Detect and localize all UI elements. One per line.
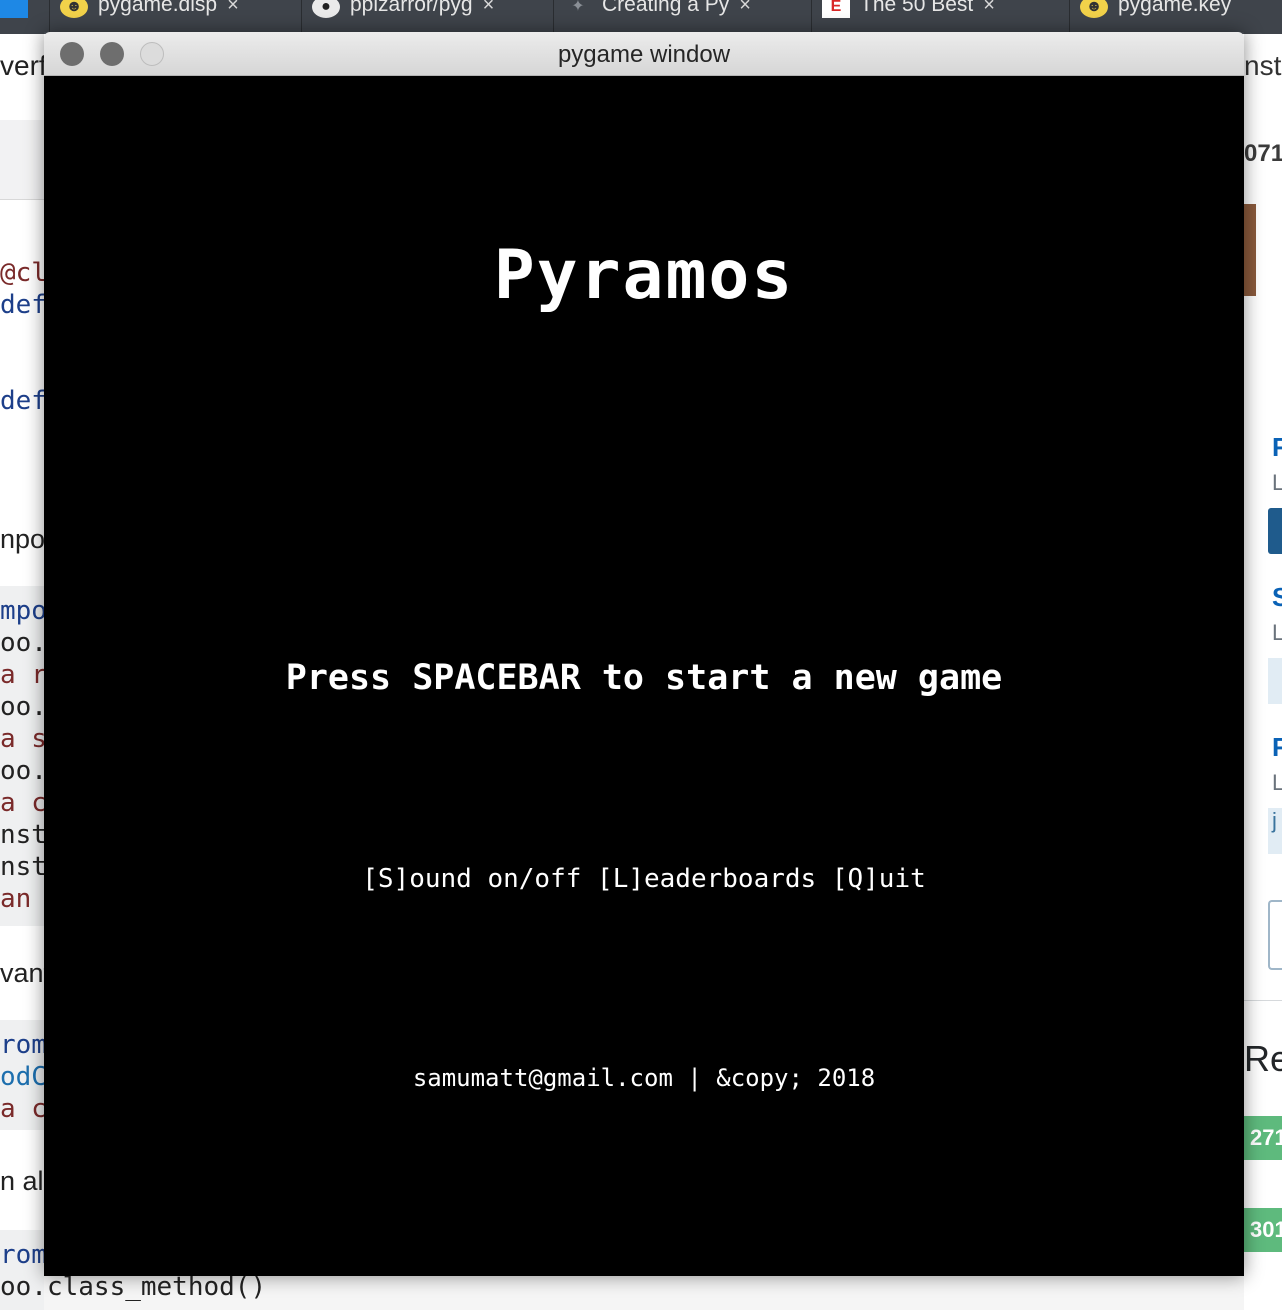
sidebar-button[interactable] [1268,508,1282,554]
close-window-button[interactable] [60,42,84,66]
sidebar-link[interactable]: F [1272,432,1282,463]
code-line: nsta [0,820,44,850]
fly-icon: ✦ [571,0,585,15]
sidebar-text: L [1272,470,1282,495]
input-box[interactable] [1268,900,1282,970]
question-count: 071 [1244,140,1282,167]
site-icon [0,0,28,18]
tag-chip[interactable] [1268,658,1282,704]
code-line: odCl [0,1062,44,1092]
window-titlebar[interactable]: pygame window [44,32,1244,76]
pygame-icon: ☻ [60,0,88,18]
code-line: oo.N [0,692,44,722]
paragraph-text: npor [0,524,44,554]
code-line: an [0,884,32,914]
sidebar-link[interactable]: S [1272,582,1282,613]
thumbnail-image [1244,204,1256,296]
background-page-right: nsta 071 F L S L F L j Re 271 301 [1244,34,1282,1310]
code-line: a c [0,1094,44,1124]
code-block [0,202,44,492]
code-line: nsta [0,852,44,882]
code-line: rom [0,1240,44,1270]
tab-label: pygame.key [1118,0,1232,16]
nav-text: verf [0,50,44,81]
sidebar-text: L [1272,770,1282,795]
sidebar-text: L [1272,620,1282,645]
browser-tab-bar: ☻ pygame.disp × ● ppizarror/pyg × ✦ Crea… [0,0,1282,34]
tab-ppizarror[interactable]: ● ppizarror/pyg × [302,0,554,34]
pygame-window: pygame window Pyramos Press SPACEBAR to … [44,32,1244,1276]
tab-pygame-key[interactable]: ☻ pygame.key [1070,0,1282,34]
code-line: mpo [0,596,44,626]
tab-creating[interactable]: ✦ Creating a Py × [554,0,812,34]
minimize-window-button[interactable] [100,42,124,66]
github-icon: ● [312,0,340,18]
background-page-left: verf @cla def def npor mpo oo.r a r oo.N… [0,34,44,1310]
code-line: def [0,290,44,320]
page-header-strip [0,120,44,200]
tab-pygame-display[interactable]: ☻ pygame.disp × [50,0,302,34]
code-line: rom [0,1030,44,1060]
paragraph-text: n al [0,1166,44,1196]
section-heading: Re [1244,1038,1282,1079]
code-line: a s [0,724,44,754]
tab-label: pygame.disp [98,0,218,16]
window-title: pygame window [557,41,731,68]
code-line: oo.r [0,628,44,658]
e-icon: E [822,0,850,18]
divider [1244,1000,1282,1001]
tab-close-icon[interactable]: × [983,0,995,15]
code-line: a r [0,660,44,690]
score-badge: 271 [1244,1116,1282,1160]
maximize-window-button[interactable] [140,42,164,66]
score-badge: 301 [1244,1208,1282,1252]
tab-partial[interactable] [0,0,50,34]
paragraph-text: vant [0,958,44,988]
credit-text: samumatt@gmail.com | &copy; 2018 [412,1064,876,1092]
code-line: oo.class_method() [0,1272,267,1302]
game-canvas[interactable]: Pyramos Press SPACEBAR to start a new ga… [44,76,1244,1276]
tab-close-icon[interactable]: × [739,0,751,15]
tab-label: The 50 Best [860,0,974,16]
tab-label: ppizarror/pyg [350,0,473,16]
code-line: @cla [0,258,44,288]
game-title: Pyramos [493,236,795,315]
code-line: oo.N [0,756,44,786]
tab-50-best[interactable]: E The 50 Best × [812,0,1070,34]
code-line: a c [0,788,44,818]
start-prompt: Press SPACEBAR to start a new game [285,658,1003,698]
tag-chip[interactable]: j [1268,808,1282,854]
tab-close-icon[interactable]: × [483,0,495,15]
pygame-icon: ☻ [1080,0,1108,18]
nav-text: nsta [1244,50,1282,81]
menu-options: [S]ound on/off [L]eaderboards [Q]uit [362,864,926,894]
sidebar-link[interactable]: F [1272,732,1282,763]
code-line: def [0,386,44,416]
tab-close-icon[interactable]: × [227,0,239,15]
tab-label: Creating a Py [602,0,730,16]
